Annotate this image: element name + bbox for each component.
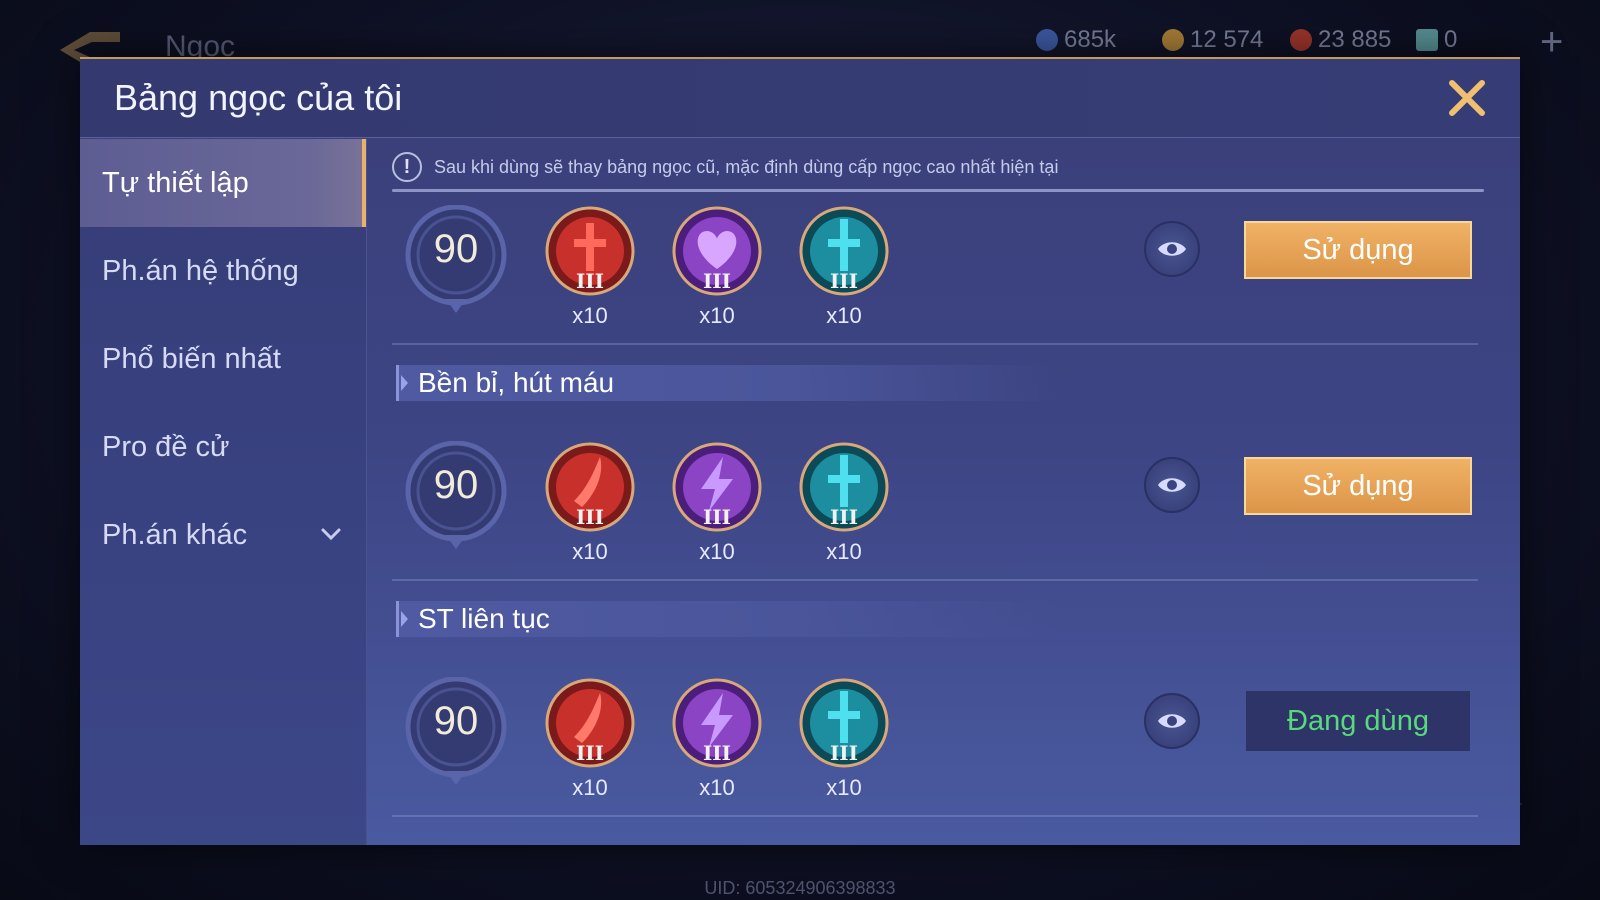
notice-text: Sau khi dùng sẽ thay bảng ngọc cũ, mặc đ…: [434, 156, 1059, 177]
level-badge: 90: [400, 205, 512, 317]
gem-slot[interactable]: III x10: [544, 205, 636, 328]
use-button[interactable]: Sử dụng: [1244, 457, 1472, 515]
use-button[interactable]: Sử dụng: [1244, 221, 1472, 279]
gem-tier: III: [702, 505, 732, 529]
page-title-bar: Bền bỉ, hút máu: [396, 365, 1059, 401]
sidebar-item-label: Tự thiết lập: [102, 166, 249, 199]
gem-count: x10: [826, 539, 862, 564]
eye-icon: [1158, 714, 1186, 728]
level-badge: 90: [400, 677, 512, 789]
uid-label: UID: 605324906398833: [704, 878, 896, 898]
level-number: 90: [433, 227, 479, 271]
currency-gold: 12 574: [1162, 26, 1263, 54]
add-currency-icon[interactable]: +: [1540, 22, 1563, 62]
gem-tier: III: [575, 505, 605, 529]
gem-tier: III: [702, 741, 732, 765]
gem-count: x10: [699, 539, 735, 564]
page-title: ST liên tục: [418, 603, 550, 634]
gem-tier: III: [829, 741, 859, 765]
rune-page-row: 90 III x10 III x10: [392, 441, 1510, 581]
sidebar-item-system[interactable]: Ph.án hệ thống: [80, 227, 366, 315]
close-icon: [1449, 80, 1485, 116]
divider: [392, 189, 1484, 192]
divider: [392, 579, 1478, 581]
sidebar-item-other[interactable]: Ph.án khác: [80, 491, 366, 579]
currency-swirl: 685k: [1036, 26, 1116, 54]
in-use-status: Đang dùng: [1246, 691, 1470, 751]
page-title-bar: ST liên tục: [396, 601, 1059, 637]
modal-title: Bảng ngọc của tôi: [114, 77, 403, 118]
eye-icon: [1158, 478, 1186, 492]
sidebar-item-label: Ph.án hệ thống: [102, 254, 299, 287]
gem-count: x10: [572, 539, 608, 564]
preview-button[interactable]: [1144, 457, 1200, 513]
currency-ticket: 0: [1416, 26, 1457, 54]
rune-page-modal: Bảng ngọc của tôi Tự thiết lập Ph.án hệ …: [80, 57, 1520, 845]
gem-slot[interactable]: III x10: [544, 677, 636, 800]
gem-slot[interactable]: III x10: [798, 441, 890, 564]
exclamation-icon: !: [392, 152, 422, 182]
gem-slot[interactable]: III x10: [671, 205, 763, 328]
level-number: 90: [433, 463, 479, 507]
gem-slot[interactable]: III x10: [798, 205, 890, 328]
divider: [392, 815, 1478, 817]
gem-slot[interactable]: III x10: [544, 441, 636, 564]
gem-count: x10: [826, 303, 862, 328]
page-title: Bền bỉ, hút máu: [418, 367, 615, 398]
gem-tier: III: [575, 741, 605, 765]
gem-count: x10: [572, 303, 608, 328]
gem-tier: III: [829, 505, 859, 529]
rune-page-row: 90 III x10 III x10: [392, 677, 1510, 817]
notice-bar: ! Sau khi dùng sẽ thay bảng ngọc cũ, mặc…: [392, 147, 1492, 187]
gem-tier: III: [702, 269, 732, 293]
gem-tier: III: [575, 269, 605, 293]
gem-count: x10: [699, 303, 735, 328]
modal-header: Bảng ngọc của tôi: [80, 59, 1520, 138]
sidebar-item-custom[interactable]: Tự thiết lập: [80, 139, 366, 227]
divider: [392, 343, 1478, 345]
close-button[interactable]: [1444, 75, 1490, 121]
section-arrow-icon: [401, 611, 408, 627]
sidebar-item-label: Ph.án khác: [102, 518, 248, 551]
gem-count: x10: [572, 775, 608, 800]
currency-red: 23 885: [1290, 26, 1391, 54]
sidebar-item-pro[interactable]: Pro đề cử: [80, 403, 366, 491]
preview-button[interactable]: [1144, 221, 1200, 277]
gem-count: x10: [826, 775, 862, 800]
gem-slot[interactable]: III x10: [671, 441, 763, 564]
currency-value: 0: [1444, 26, 1458, 53]
eye-icon: [1158, 242, 1186, 256]
chevron-down-icon: [321, 528, 341, 541]
gem-tier: III: [829, 269, 859, 293]
section-arrow-icon: [401, 375, 408, 391]
ticket-icon: [1416, 29, 1438, 51]
red-gem-icon: [1290, 29, 1312, 51]
preview-button[interactable]: [1144, 693, 1200, 749]
sidebar-item-popular[interactable]: Phổ biến nhất: [80, 315, 366, 403]
level-badge: 90: [400, 441, 512, 553]
gem-count: x10: [699, 775, 735, 800]
sidebar-item-label: Pro đề cử: [102, 430, 230, 463]
currency-value: 12 574: [1190, 26, 1264, 53]
gem-slot[interactable]: III x10: [798, 677, 890, 800]
currency-value: 685k: [1064, 26, 1117, 53]
swirl-coin-icon: [1036, 29, 1058, 51]
sidebar: Tự thiết lập Ph.án hệ thống Phổ biến nhấ…: [80, 139, 367, 845]
gold-coin-icon: [1162, 29, 1184, 51]
currency-value: 23 885: [1318, 26, 1392, 53]
level-number: 90: [433, 699, 479, 743]
sidebar-item-label: Phổ biến nhất: [102, 342, 281, 375]
gem-slot[interactable]: III x10: [671, 677, 763, 800]
rune-page-row: 90 III x10 III x10: [392, 205, 1510, 345]
